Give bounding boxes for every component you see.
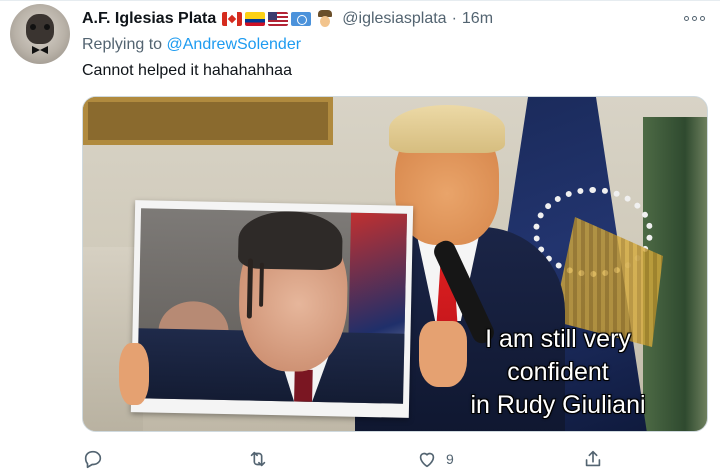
replying-to-handle-link[interactable]: @AndrewSolender [167,36,302,53]
caption-line-1: I am still very [485,325,631,353]
detective-emoji-icon [316,10,334,28]
photo-tie [294,369,313,402]
pug-eye-right [44,24,50,30]
bow-tie [32,46,48,54]
share-icon [585,450,601,467]
avatar[interactable] [10,4,70,64]
replying-to: Replying to @AndrewSolender [82,36,301,54]
caption-line-2: confident [507,358,609,386]
name-badges [222,10,334,28]
retweet-button[interactable] [247,446,277,472]
like-button[interactable]: 9 [416,446,454,472]
photo-hair [237,210,344,271]
retweet-icon [250,451,266,467]
heart-icon [419,452,435,468]
replying-to-label: Replying to [82,36,163,53]
pug-eye-left [30,24,36,30]
author-display-name[interactable]: A.F. Iglesias Plata [82,10,216,28]
caption-line-3: in Rudy Giuliani [470,391,646,419]
usa-flag-icon [268,12,289,26]
speaker-hair [389,105,505,153]
more-options-icon[interactable] [684,13,708,23]
like-count: 9 [446,451,454,467]
united-nations-flag-icon [291,12,312,26]
top-divider [0,0,720,1]
meme-caption: I am still very confident in Rudy Giulia… [463,323,653,422]
tweet-actions: 9 [82,446,622,472]
author-handle[interactable]: @iglesiasplata [342,10,446,28]
tweet-timestamp[interactable]: 16m [462,10,493,28]
gold-frame [83,97,333,145]
canada-flag-icon [222,12,243,26]
tweet-text: Cannot helped it hahahahhaa [82,62,292,79]
speaker-right-hand [419,321,467,387]
tweet-media-image[interactable]: I am still very confident in Rudy Giulia… [82,96,708,432]
colombia-flag-icon [245,12,266,26]
reply-button[interactable] [82,446,112,472]
held-photo [130,200,414,418]
tweet-header: A.F. Iglesias Plata @iglesiasplata · 16m [82,8,493,30]
separator-dot: · [451,10,457,27]
reply-icon [84,450,102,469]
share-button[interactable] [582,446,612,472]
speaker-left-hand [119,343,149,405]
